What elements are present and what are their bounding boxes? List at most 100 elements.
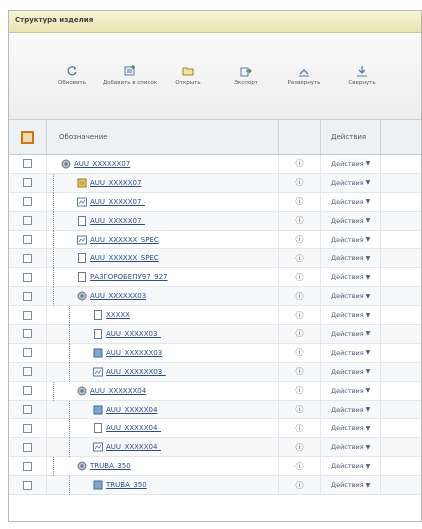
- actions-dropdown[interactable]: Действия ▼: [321, 343, 381, 362]
- table-row[interactable]: AUU_XXXXXX03 ⓘ Действия ▼: [9, 287, 421, 307]
- item-designation-link[interactable]: AUU_XXXXX07_: [90, 217, 145, 225]
- table-row[interactable]: AUU_XXXXXX03_ ⓘ Действия ▼: [9, 362, 421, 382]
- table-row[interactable]: AUU_XXXXX03_ ⓘ Действия ▼: [9, 325, 421, 345]
- info-icon[interactable]: ⓘ: [279, 438, 321, 457]
- toolbar-export-button[interactable]: Экспорт: [217, 65, 275, 87]
- tree-node[interactable]: AUU_XXXXXX_SPEC: [77, 235, 159, 245]
- tree-node[interactable]: AUU_XXXXX07_: [77, 197, 145, 207]
- row-checkbox[interactable]: [23, 480, 32, 490]
- actions-dropdown[interactable]: Действия ▼: [321, 173, 381, 192]
- item-designation-link[interactable]: AUU_XXXXX07: [90, 179, 141, 187]
- tree-node[interactable]: AUU_XXXXXX_SPEC: [77, 253, 159, 264]
- info-icon[interactable]: ⓘ: [279, 325, 321, 343]
- toolbar-expand-button[interactable]: Развернуть: [275, 65, 333, 87]
- select-all-checkbox[interactable]: [21, 130, 34, 144]
- info-icon[interactable]: ⓘ: [279, 287, 321, 306]
- item-designation-link[interactable]: AUU_XXXXX04_: [106, 443, 161, 451]
- tree-node[interactable]: AUU_XXXXXX03: [77, 291, 146, 301]
- row-checkbox[interactable]: [23, 272, 32, 282]
- item-designation-link[interactable]: XXXXX: [106, 311, 130, 319]
- row-checkbox[interactable]: [23, 386, 32, 396]
- actions-dropdown[interactable]: Действия ▼: [321, 249, 381, 268]
- item-designation-link[interactable]: TRUBA_350: [106, 481, 147, 489]
- tree-node[interactable]: AUU_XXXXX04_: [93, 423, 161, 434]
- toolbar-add-to-list-button[interactable]: Добавить в список: [101, 65, 159, 87]
- row-checkbox[interactable]: [23, 310, 32, 320]
- item-designation-link[interactable]: AUU_XXXXX04: [106, 406, 157, 414]
- row-checkbox[interactable]: [23, 329, 32, 339]
- info-icon[interactable]: ⓘ: [279, 362, 321, 381]
- info-icon[interactable]: ⓘ: [279, 343, 321, 362]
- actions-dropdown[interactable]: Действия ▼: [321, 419, 381, 438]
- item-designation-link[interactable]: AUU_XXXXXX_SPEC: [90, 254, 159, 262]
- actions-dropdown[interactable]: Действия ▼: [321, 438, 381, 457]
- info-icon[interactable]: ⓘ: [279, 400, 321, 419]
- column-header-name[interactable]: Обозначение: [47, 120, 279, 154]
- actions-dropdown[interactable]: Действия ▼: [321, 192, 381, 211]
- tree-node[interactable]: AUU_XXXXXX03: [93, 348, 162, 358]
- table-row[interactable]: AUU_XXXXXX03 ⓘ Действия ▼: [9, 343, 421, 363]
- column-header-actions[interactable]: Действия: [321, 120, 381, 154]
- tree-node[interactable]: AUU_XXXXX04_: [93, 442, 161, 452]
- actions-dropdown[interactable]: Действия ▼: [321, 457, 381, 476]
- tree-node[interactable]: AUU_XXXXXX03_: [93, 367, 166, 377]
- tree-node[interactable]: AUU_XXXXXX04: [77, 386, 146, 396]
- row-checkbox[interactable]: [23, 367, 32, 377]
- tree-node[interactable]: РАЗГОРОБЕПУ97_927: [77, 272, 168, 283]
- row-checkbox[interactable]: [23, 348, 32, 358]
- actions-dropdown[interactable]: Действия ▼: [321, 268, 381, 287]
- row-checkbox[interactable]: [23, 216, 32, 226]
- tree-node[interactable]: AUU_XXXXX04: [93, 405, 157, 415]
- tree-node[interactable]: TRUBA_350: [93, 480, 147, 490]
- info-icon[interactable]: ⓘ: [279, 211, 321, 230]
- table-row[interactable]: AUU_XXXXX07 ⓘ Действия ▼: [9, 173, 421, 193]
- info-icon[interactable]: ⓘ: [279, 457, 321, 476]
- item-designation-link[interactable]: РАЗГОРОБЕПУ97_927: [90, 273, 168, 281]
- item-designation-link[interactable]: AUU_XXXXX07_: [90, 198, 145, 206]
- row-checkbox[interactable]: [23, 461, 32, 471]
- row-checkbox[interactable]: [23, 178, 32, 188]
- row-checkbox[interactable]: [23, 291, 32, 301]
- toolbar-refresh-button[interactable]: Обновить: [43, 65, 101, 87]
- actions-dropdown[interactable]: Действия ▼: [321, 362, 381, 381]
- item-designation-link[interactable]: TRUBA_350: [90, 462, 131, 470]
- item-designation-link[interactable]: AUU_XXXXXX03: [106, 349, 162, 357]
- tree-node[interactable]: AUU_XXXXX03_: [93, 329, 161, 340]
- item-designation-link[interactable]: AUU_XXXXXX03_: [106, 368, 166, 376]
- toolbar-collapse-button[interactable]: Свернуть: [333, 65, 391, 87]
- table-row[interactable]: AUU_XXXXXX_SPEC ⓘ Действия ▼: [9, 230, 421, 250]
- item-designation-link[interactable]: AUU_XXXXX04_: [106, 424, 161, 432]
- actions-dropdown[interactable]: Действия ▼: [321, 476, 381, 495]
- info-icon[interactable]: ⓘ: [279, 155, 321, 173]
- row-checkbox[interactable]: [23, 235, 32, 244]
- actions-dropdown[interactable]: Действия ▼: [321, 306, 381, 325]
- tree-node[interactable]: AUU_XXXXXX07: [61, 159, 130, 169]
- table-row[interactable]: XXXXX ⓘ Действия ▼: [9, 306, 421, 326]
- actions-dropdown[interactable]: Действия ▼: [321, 155, 381, 173]
- table-row[interactable]: AUU_XXXXX07_ ⓘ Действия ▼: [9, 192, 421, 212]
- table-row[interactable]: AUU_XXXXXX_SPEC ⓘ Действия ▼: [9, 249, 421, 269]
- info-icon[interactable]: ⓘ: [279, 381, 321, 400]
- actions-dropdown[interactable]: Действия ▼: [321, 400, 381, 419]
- row-checkbox[interactable]: [23, 197, 32, 207]
- table-row[interactable]: РАЗГОРОБЕПУ97_927 ⓘ Действия ▼: [9, 268, 421, 288]
- row-checkbox[interactable]: [23, 423, 32, 433]
- info-icon[interactable]: ⓘ: [279, 268, 321, 287]
- item-designation-link[interactable]: AUU_XXXXXX_SPEC: [90, 236, 159, 244]
- tree-node[interactable]: AUU_XXXXX07_: [77, 215, 145, 226]
- info-icon[interactable]: ⓘ: [279, 230, 321, 249]
- row-checkbox[interactable]: [23, 253, 32, 263]
- tree-node[interactable]: TRUBA_350: [77, 461, 131, 471]
- table-row[interactable]: TRUBA_350 ⓘ Действия ▼: [9, 476, 421, 496]
- actions-dropdown[interactable]: Действия ▼: [321, 381, 381, 400]
- toolbar-open-button[interactable]: Открыть: [159, 65, 217, 87]
- table-row[interactable]: AUU_XXXXX04_ ⓘ Действия ▼: [9, 419, 421, 439]
- actions-dropdown[interactable]: Действия ▼: [321, 287, 381, 306]
- info-icon[interactable]: ⓘ: [279, 476, 321, 495]
- info-icon[interactable]: ⓘ: [279, 306, 321, 325]
- info-icon[interactable]: ⓘ: [279, 249, 321, 268]
- item-designation-link[interactable]: AUU_XXXXXX07: [74, 160, 130, 168]
- table-row[interactable]: TRUBA_350 ⓘ Действия ▼: [9, 457, 421, 477]
- item-designation-link[interactable]: AUU_XXXXX03_: [106, 330, 161, 338]
- item-designation-link[interactable]: AUU_XXXXXX03: [90, 292, 146, 300]
